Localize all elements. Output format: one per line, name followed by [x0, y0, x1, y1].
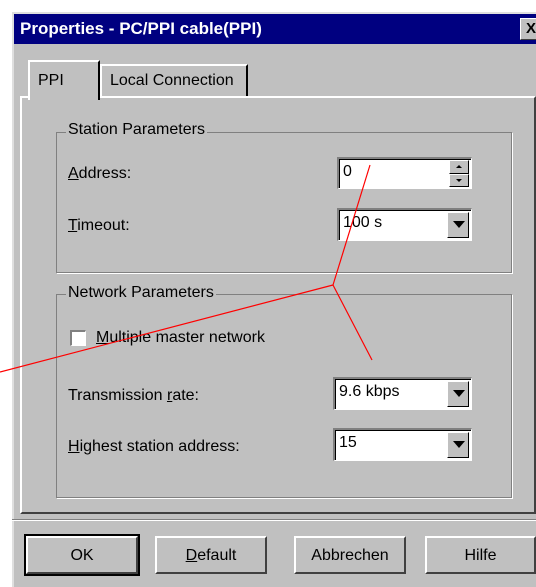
tab-label: PPI [38, 72, 64, 89]
timeout-value: 100 s [343, 214, 383, 231]
spin-up-icon[interactable] [449, 160, 469, 174]
help-button[interactable]: Hilfe [425, 536, 536, 574]
transmission-rate-dropdown[interactable]: 9.6 kbps [333, 377, 472, 410]
window-title: Properties - PC/PPI cable(PPI) [20, 19, 262, 38]
spin-down-icon[interactable] [449, 173, 469, 187]
highest-station-address-label: Highest station address: [68, 438, 240, 455]
tab-local-connection[interactable]: Local Connection [100, 64, 248, 96]
transmission-rate-label: Transmission rate: [68, 387, 199, 404]
chevron-down-icon[interactable] [447, 432, 469, 458]
address-label: Address: [68, 165, 132, 182]
tab-ppi[interactable]: PPI [28, 60, 100, 100]
chevron-down-icon[interactable] [447, 381, 469, 407]
address-spinbox[interactable]: 0 [337, 157, 472, 189]
spin-buttons[interactable] [449, 160, 469, 187]
chevron-down-icon[interactable] [447, 212, 469, 238]
timeout-dropdown[interactable]: 100 s [337, 208, 472, 241]
title-bar: Properties - PC/PPI cable(PPI) X [14, 14, 536, 44]
multiple-master-checkbox[interactable] [70, 330, 86, 346]
close-button[interactable]: X [520, 18, 536, 40]
ok-button[interactable]: OK [24, 534, 140, 576]
default-button[interactable]: Default [155, 536, 267, 574]
station-parameters-group [56, 132, 512, 273]
divider [12, 519, 536, 521]
highest-station-address-value: 15 [339, 434, 357, 451]
tab-label: Local Connection [110, 72, 234, 89]
network-parameters-legend: Network Parameters [66, 284, 216, 302]
transmission-rate-value: 9.6 kbps [339, 383, 400, 400]
highest-station-address-dropdown[interactable]: 15 [333, 428, 472, 461]
cancel-button[interactable]: Abbrechen [294, 536, 406, 574]
address-value: 0 [343, 163, 352, 180]
timeout-label: Timeout: [68, 217, 130, 234]
station-parameters-legend: Station Parameters [66, 121, 207, 139]
multiple-master-label[interactable]: Multiple master network [96, 328, 265, 348]
close-icon: X [525, 20, 536, 37]
